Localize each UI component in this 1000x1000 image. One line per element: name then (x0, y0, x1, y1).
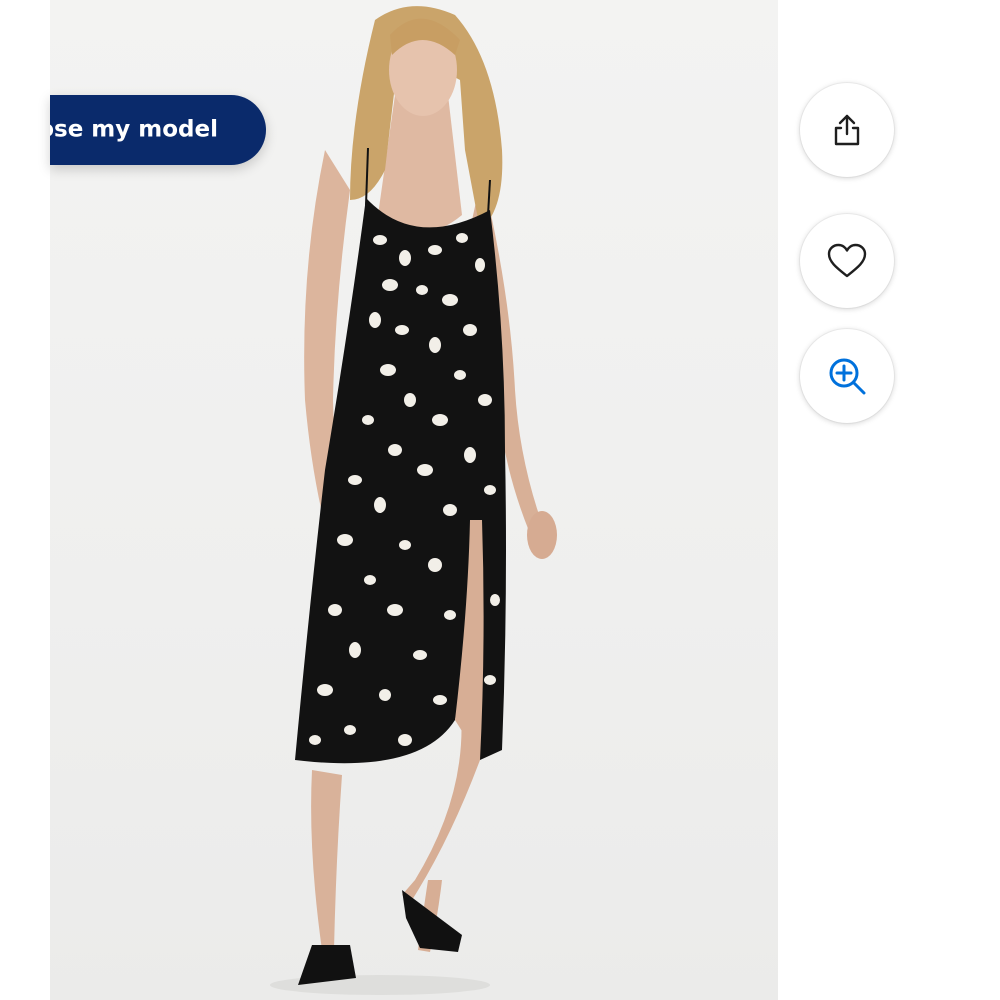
heart-icon (825, 241, 869, 281)
share-icon (827, 110, 867, 150)
zoom-in-icon (825, 354, 869, 398)
choose-my-model-button[interactable]: Choose my model (50, 95, 266, 165)
zoom-button[interactable] (800, 329, 894, 423)
share-button[interactable] (800, 83, 894, 177)
choose-my-model-label: Choose my model (50, 116, 218, 143)
favorite-button[interactable] (800, 214, 894, 308)
